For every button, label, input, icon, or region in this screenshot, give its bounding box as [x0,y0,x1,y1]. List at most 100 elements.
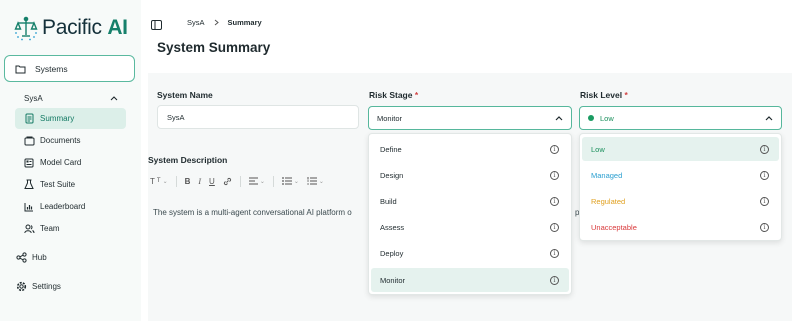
breadcrumb: SysA Summary [187,18,262,27]
nav-systems[interactable]: Systems [4,55,135,82]
folder-icon [15,65,26,73]
system-name-value: SysA [167,112,185,122]
brand-name: Pacific AI [42,16,128,39]
bar-chart-icon [23,202,35,212]
info-icon[interactable]: i [760,144,769,154]
nav-systems-label: Systems [35,63,68,74]
system-description-label: System Description [148,155,228,165]
sidebar-item-team[interactable]: Team [15,218,126,239]
option-label: Define [380,144,402,154]
info-icon[interactable]: i [550,248,559,258]
italic-button[interactable]: I [198,177,201,186]
align-icon[interactable]: ⌄ [248,177,265,185]
system-name-label: System Name [157,90,213,100]
link-icon[interactable] [223,177,232,186]
toolbar-divider [239,175,241,187]
users-icon [23,224,35,234]
risk-level-current: Low [588,114,614,123]
editor-toolbar: T T ⌄ B I U ⌄ ⌄ ⌄ [150,172,324,190]
chevron-up-icon [765,116,773,121]
nav-settings[interactable]: Settings [15,276,61,296]
info-icon[interactable]: i [760,222,769,232]
sidebar-item-label: Leaderboard [40,202,86,211]
gear-icon [15,281,27,292]
info-icon[interactable]: i [550,275,559,285]
app-root: Pacific AI Systems SysA Summary Document… [0,0,792,321]
system-name-field[interactable]: SysA [157,105,359,129]
text-style-button[interactable]: T T ⌄ [150,177,168,186]
chevron-up-icon[interactable] [110,95,118,101]
risk-level-option-managed[interactable]: Managed i [582,163,779,187]
sidebar-toggle-button[interactable] [151,17,162,35]
info-icon[interactable]: i [550,170,559,180]
nav-hub-label: Hub [32,252,47,262]
sidebar-item-test-suite[interactable]: Test Suite [15,174,126,195]
risk-level-value: Low [600,113,614,123]
risk-level-dropdown: Low i Managed i Regulated i Unacceptable… [579,133,782,241]
sidebar-item-model-card[interactable]: Model Card [15,152,126,173]
risk-level-option-low[interactable]: Low i [582,137,779,161]
option-label: Regulated [591,196,626,206]
bold-button[interactable]: B [185,177,191,186]
option-label: Managed [591,170,623,180]
risk-level-option-unacceptable[interactable]: Unacceptable i [582,215,779,239]
risk-stage-option-deploy[interactable]: Deploy i [371,241,569,265]
underline-button[interactable]: U [209,177,215,186]
sidebar: Pacific AI Systems SysA Summary Document… [0,0,141,321]
chevron-up-icon [555,116,563,121]
card-icon [23,158,35,168]
sidebar-toggle-icon [151,20,162,30]
sidebar-item-summary[interactable]: Summary [15,108,126,129]
breadcrumb-system[interactable]: SysA [187,18,205,27]
risk-level-select[interactable]: Low [579,106,782,130]
nav-system-sysa[interactable]: SysA [24,91,118,105]
sidebar-item-leaderboard[interactable]: Leaderboard [15,196,126,217]
sidebar-item-label: Team [40,224,60,233]
option-label: Monitor [380,275,406,285]
status-dot [588,115,594,121]
info-icon[interactable]: i [550,144,559,154]
risk-stage-option-build[interactable]: Build i [371,189,569,213]
risk-stage-select[interactable]: Monitor [368,106,572,130]
nav-hub[interactable]: Hub [15,247,47,267]
nav-settings-label: Settings [32,281,61,291]
info-icon[interactable]: i [550,222,559,232]
risk-stage-option-monitor[interactable]: Monitor i [371,268,569,292]
numbered-list-icon[interactable]: ⌄ [307,177,324,185]
option-label: Design [380,170,404,180]
risk-stage-value: Monitor [377,113,403,123]
brand-logo[interactable]: Pacific AI [14,14,128,42]
sidebar-item-label: Test Suite [40,180,76,189]
option-label: Unacceptable [591,222,637,232]
system-description-text[interactable]: The system is a multi-agent conversation… [153,208,352,217]
sidebar-item-label: Documents [40,136,81,145]
info-icon[interactable]: i [760,196,769,206]
risk-stage-dropdown: Define i Design i Build i Assess i Deplo… [368,133,572,295]
scales-icon [14,16,38,41]
risk-level-option-regulated[interactable]: Regulated i [582,189,779,213]
bullet-list-icon[interactable]: ⌄ [281,177,299,185]
info-icon[interactable]: i [550,196,559,206]
share-nodes-icon [15,251,27,263]
page-title: System Summary [157,40,271,55]
document-icon [23,113,35,124]
risk-stage-label: Risk Stage * [369,90,419,100]
risk-stage-option-assess[interactable]: Assess i [371,215,569,239]
nav-system-label: SysA [24,93,43,103]
breadcrumb-current: Summary [227,18,262,27]
risk-stage-option-define[interactable]: Define i [371,137,569,161]
option-label: Deploy [380,248,404,258]
documents-icon [23,136,35,146]
toolbar-divider [175,175,177,187]
info-icon[interactable]: i [760,170,769,180]
sidebar-item-label: Summary [40,114,75,123]
risk-stage-option-design[interactable]: Design i [371,163,569,187]
option-label: Assess [380,222,405,232]
sidebar-item-documents[interactable]: Documents [15,130,126,151]
sidebar-item-label: Model Card [40,158,82,167]
chevron-right-icon [214,19,219,26]
toolbar-divider [272,175,274,187]
option-label: Low [591,144,605,154]
option-label: Build [380,196,397,206]
risk-level-label: Risk Level * [580,90,628,100]
